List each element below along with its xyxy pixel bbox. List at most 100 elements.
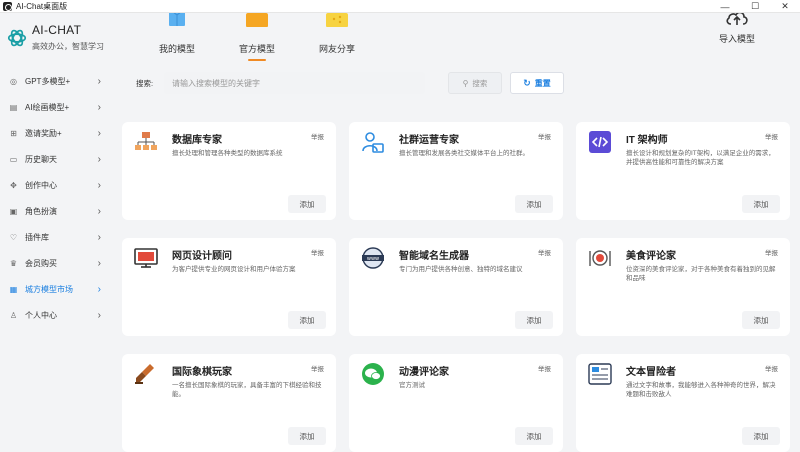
add-button[interactable]: 添加	[288, 195, 326, 213]
chevron-right-icon: ›	[97, 101, 101, 113]
plate-cutlery-icon	[589, 250, 611, 266]
report-link[interactable]: 举报	[538, 363, 551, 373]
sidebar-item-role-play[interactable]: ▣ 角色扮演 ›	[0, 198, 112, 224]
cube-icon	[169, 13, 185, 26]
wechat-icon	[362, 363, 384, 385]
search-button[interactable]: ⚲ 搜索	[448, 72, 502, 94]
plugin-icon: ♡	[9, 232, 18, 242]
close-button[interactable]: ✕	[770, 0, 800, 13]
chevron-right-icon: ›	[97, 75, 101, 87]
sidebar-item-chat-history[interactable]: ▭ 历史聊天 ›	[0, 146, 112, 172]
user-folder-icon	[362, 132, 384, 153]
www-globe-icon: www	[362, 247, 384, 269]
search-bar: 搜索: 请输入搜索模型的关键字 ⚲ 搜索 ↻ 重置	[136, 72, 564, 94]
card-title: 数据库专家	[172, 135, 222, 146]
sidebar-item-label: 会员购买	[25, 258, 57, 268]
chevron-right-icon: ›	[97, 205, 101, 217]
add-button[interactable]: 添加	[515, 427, 553, 445]
chevron-right-icon: ›	[97, 127, 101, 139]
model-card: 美食评论家 位资深的美食评论家，对于各种美食有着独到的见解和品味 举报 添加	[576, 238, 790, 336]
chat-icon: ▭	[9, 154, 18, 164]
sidebar-item-label: 城方模型市场	[25, 284, 73, 294]
report-link[interactable]: 举报	[538, 247, 551, 257]
chevron-right-icon: ›	[97, 283, 101, 295]
model-card: www 智能域名生成器 专门为用户提供各种创意、独特的域名建议 举报 添加	[349, 238, 563, 336]
window-title: AI-Chat桌面版	[16, 1, 68, 11]
report-link[interactable]: 举报	[311, 131, 324, 141]
card-description: 位资深的美食评论家，对于各种美食有着独到的见解和品味	[626, 266, 776, 282]
sidebar-item-ai-drawing[interactable]: ▤ AI绘画模型+ ›	[0, 94, 112, 120]
import-model-label: 导入模型	[718, 34, 755, 44]
add-button[interactable]: 添加	[742, 195, 780, 213]
report-link[interactable]: 举报	[765, 247, 778, 257]
model-tabs: 我的模型 官方模型 网友分享 导入模型	[112, 13, 800, 61]
gamepad-icon: ✥	[10, 180, 17, 190]
card-title: 文本冒险者	[626, 367, 676, 378]
card-title: 动漫评论家	[399, 367, 449, 378]
sidebar-item-personal-center[interactable]: ♙ 个人中心 ›	[0, 302, 112, 328]
main-content: 我的模型 官方模型 网友分享 导入模型 搜索: 请输入搜索模型的关键字 ⚲ 搜索…	[112, 13, 800, 452]
report-link[interactable]: 举报	[765, 363, 778, 373]
minimize-button[interactable]: —	[710, 0, 740, 13]
model-card: 社群运营专家 擅长管理和发展各类社交媒体平台上的社群。 举报 添加	[349, 122, 563, 220]
sidebar-item-gpt-models[interactable]: ◎ GPT多模型+ ›	[0, 68, 112, 94]
active-tab-indicator	[248, 59, 266, 61]
sidebar-item-invite-reward[interactable]: ⊞ 邀请奖励+ ›	[0, 120, 112, 146]
sidebar-item-label: 历史聊天	[25, 154, 57, 164]
search-input[interactable]: 请输入搜索模型的关键字	[164, 72, 425, 94]
openai-knot-icon	[7, 29, 27, 47]
card-title: IT 架构师	[626, 135, 668, 146]
reset-button[interactable]: ↻ 重置	[510, 72, 564, 94]
sidebar: AI-CHAT 高效办公，智慧学习 ◎ GPT多模型+ › ▤ AI绘画模型+ …	[0, 13, 112, 452]
brand-name: AI-CHAT	[32, 23, 82, 37]
window-controls: — ☐ ✕	[710, 0, 800, 13]
add-button[interactable]: 添加	[742, 311, 780, 329]
mask-icon: ▣	[9, 206, 18, 216]
add-button[interactable]: 添加	[515, 195, 553, 213]
tab-shared[interactable]: 网友分享	[312, 13, 362, 55]
chevron-right-icon: ›	[97, 153, 101, 165]
image-icon: ▤	[9, 102, 18, 112]
report-link[interactable]: 举报	[311, 247, 324, 257]
sidebar-item-plugins[interactable]: ♡ 插件库 ›	[0, 224, 112, 250]
search-label: 搜索:	[136, 78, 154, 88]
sidebar-menu: ◎ GPT多模型+ › ▤ AI绘画模型+ › ⊞ 邀请奖励+ › ▭ 历史聊天…	[0, 68, 112, 328]
chevron-right-icon: ›	[97, 309, 101, 321]
report-link[interactable]: 举报	[311, 363, 324, 373]
model-card: IT 架构师 擅长设计和规划复杂的IT架构，以满足企业的需求，并提供高性能和可靠…	[576, 122, 790, 220]
tab-my-models[interactable]: 我的模型	[152, 13, 202, 55]
card-description: 擅长处理和管理各种类型的数据库系统	[172, 150, 283, 157]
sidebar-item-label: GPT多模型+	[25, 76, 71, 86]
report-link[interactable]: 举报	[765, 131, 778, 141]
share-icon	[326, 13, 348, 27]
card-title: 智能域名生成器	[399, 251, 469, 262]
chevron-right-icon: ›	[97, 179, 101, 191]
sidebar-item-label: AI绘画模型+	[25, 102, 70, 112]
svg-text:www: www	[367, 256, 379, 262]
sidebar-item-label: 邀请奖励+	[25, 128, 62, 138]
model-card: 动漫评论家 官方测试 举报 添加	[349, 354, 563, 452]
gift-icon: ⊞	[10, 128, 17, 138]
search-icon: ⚲	[462, 78, 469, 88]
sidebar-item-label: 插件库	[25, 232, 49, 242]
tab-label: 网友分享	[318, 44, 355, 54]
tab-official-models[interactable]: 官方模型	[232, 13, 282, 61]
import-model-button[interactable]: 导入模型	[712, 13, 762, 45]
sidebar-item-membership[interactable]: ♛ 会员购买 ›	[0, 250, 112, 276]
card-description: 专门为用户提供各种创意、独特的域名建议	[399, 266, 523, 273]
card-title: 美食评论家	[626, 251, 676, 262]
add-button[interactable]: 添加	[288, 311, 326, 329]
add-button[interactable]: 添加	[742, 427, 780, 445]
maximize-button[interactable]: ☐	[740, 0, 770, 13]
store-icon: ▦	[9, 284, 18, 294]
folder-icon	[246, 13, 268, 27]
add-button[interactable]: 添加	[515, 311, 553, 329]
text-document-icon	[588, 363, 612, 385]
model-card: 网页设计顾问 为客户提供专业的网页设计和用户体验方案 举报 添加	[122, 238, 336, 336]
report-link[interactable]: 举报	[538, 131, 551, 141]
card-description: 通过文字和故事，我能够进入各种神奇的世界，解决难题和击败敌人	[626, 382, 776, 398]
sidebar-item-creation-center[interactable]: ✥ 创作中心 ›	[0, 172, 112, 198]
globe-icon: ◎	[10, 76, 17, 86]
sidebar-item-model-market[interactable]: ▦ 城方模型市场 ›	[0, 276, 112, 302]
add-button[interactable]: 添加	[288, 427, 326, 445]
